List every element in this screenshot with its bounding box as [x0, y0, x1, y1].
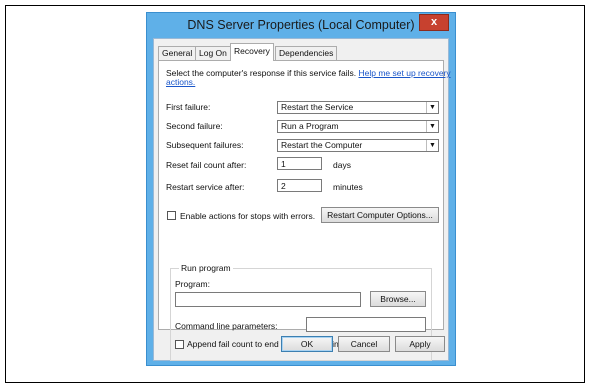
tab-log-on[interactable]: Log On: [195, 46, 231, 60]
first-failure-value: Restart the Service: [281, 102, 354, 112]
browse-button[interactable]: Browse...: [370, 291, 426, 307]
intro-text: Select the computer's response if this s…: [166, 68, 451, 78]
restart-service-unit: minutes: [333, 182, 363, 192]
screenshot-frame: DNS Server Properties (Local Computer) x…: [5, 5, 585, 383]
restart-computer-options-button[interactable]: Restart Computer Options...: [321, 207, 439, 223]
enable-actions-label: Enable actions for stops with errors.: [180, 211, 316, 221]
reset-fail-count-input[interactable]: [277, 157, 322, 170]
append-fail-count-checkbox[interactable]: [175, 340, 184, 349]
restart-service-input[interactable]: [277, 179, 322, 192]
program-label: Program:: [175, 279, 210, 289]
properties-dialog: DNS Server Properties (Local Computer) x…: [146, 12, 456, 366]
chevron-down-icon: ▼: [426, 121, 438, 132]
program-input[interactable]: [175, 292, 361, 307]
second-failure-select[interactable]: Run a Program ▼: [277, 120, 439, 133]
dialog-client-area: General Log On Recovery Dependencies Sel…: [153, 38, 451, 361]
cancel-button[interactable]: Cancel: [338, 336, 390, 352]
reset-fail-count-unit: days: [333, 160, 351, 170]
enable-actions-checkbox[interactable]: [167, 211, 176, 220]
tab-general[interactable]: General: [158, 46, 197, 60]
chevron-down-icon: ▼: [426, 140, 438, 151]
first-failure-label: First failure:: [166, 102, 211, 112]
subsequent-failures-value: Restart the Computer: [281, 140, 363, 150]
help-recovery-link-cont[interactable]: actions.: [166, 77, 195, 87]
run-program-group-title: Run program: [179, 263, 233, 273]
recovery-panel: Select the computer's response if this s…: [158, 60, 451, 361]
help-recovery-link[interactable]: Help me set up recovery: [359, 68, 451, 78]
second-failure-label: Second failure:: [166, 121, 223, 131]
subsequent-failures-label: Subsequent failures:: [166, 140, 244, 150]
window-title: DNS Server Properties (Local Computer): [187, 18, 415, 32]
tab-recovery[interactable]: Recovery: [230, 43, 274, 61]
cmdline-label: Command line parameters:: [175, 321, 278, 331]
second-failure-value: Run a Program: [281, 121, 339, 131]
restart-service-label: Restart service after:: [166, 182, 245, 192]
chevron-down-icon: ▼: [426, 102, 438, 113]
first-failure-select[interactable]: Restart the Service ▼: [277, 101, 439, 114]
title-bar[interactable]: DNS Server Properties (Local Computer) x: [147, 13, 455, 37]
cmdline-input[interactable]: [306, 317, 426, 332]
close-button[interactable]: x: [419, 14, 449, 31]
subsequent-failures-select[interactable]: Restart the Computer ▼: [277, 139, 439, 152]
ok-button[interactable]: OK: [281, 336, 333, 352]
tab-dependencies[interactable]: Dependencies: [275, 46, 338, 60]
reset-fail-count-label: Reset fail count after:: [166, 160, 247, 170]
apply-button[interactable]: Apply: [395, 336, 445, 352]
